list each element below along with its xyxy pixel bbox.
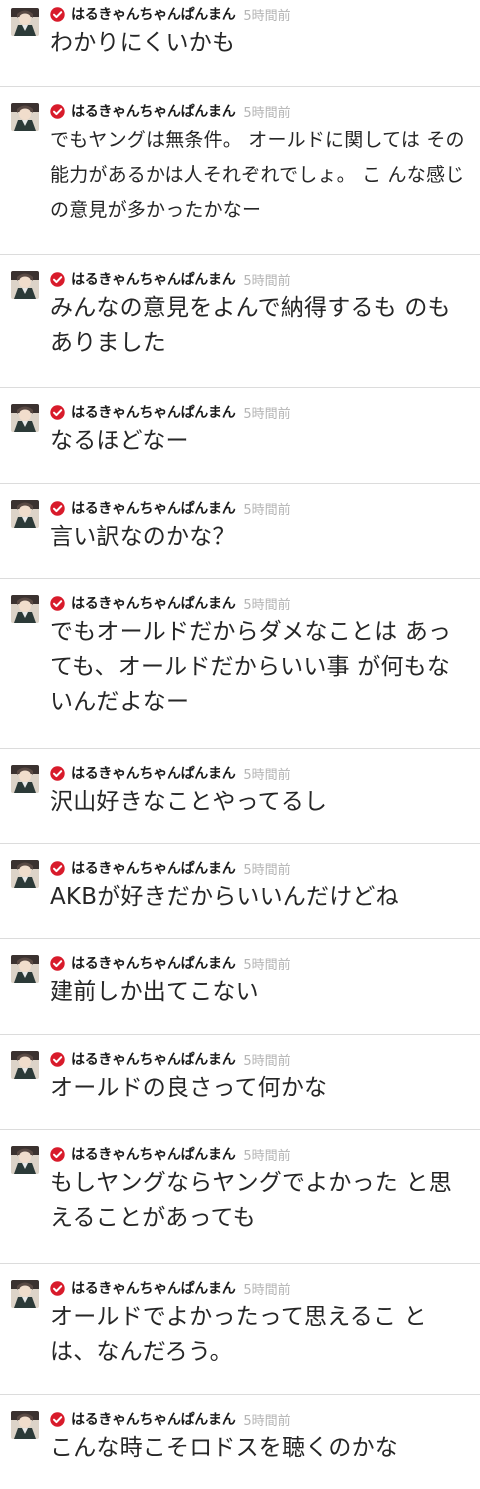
message-item: はるきゃんちゃんぱんまん 5時間前 オールドの良さって何かな xyxy=(0,1035,480,1130)
message-header: はるきゃんちゃんぱんまん 5時間前 xyxy=(50,269,468,289)
verified-badge-icon xyxy=(50,955,65,971)
verified-badge-icon xyxy=(50,1411,65,1427)
message-header: はるきゃんちゃんぱんまん 5時間前 xyxy=(50,498,468,518)
message-header: はるきゃんちゃんぱんまん 5時間前 xyxy=(50,1049,468,1069)
message-header: はるきゃんちゃんぱんまん 5時間前 xyxy=(50,593,468,613)
timestamp: 5時間前 xyxy=(243,1148,291,1164)
message-text: 言い訳なのかな？ xyxy=(50,524,236,550)
message-text: でもヤングは無条件。 オールドに関しては その能力があるかは人それぞれでしょ。 … xyxy=(50,129,465,221)
timestamp: 5時間前 xyxy=(243,406,291,422)
verified-badge-icon xyxy=(50,765,65,781)
message-text: オールドの良さって何かな xyxy=(50,1075,328,1101)
verified-badge-icon xyxy=(50,1146,65,1162)
verified-badge-icon xyxy=(50,103,65,119)
message-item: はるきゃんちゃんぱんまん 5時間前 みんなの意見をよんで納得するも のもありまし… xyxy=(0,255,480,388)
username[interactable]: はるきゃんちゃんぱんまん xyxy=(71,4,236,24)
verified-badge-icon xyxy=(50,1051,65,1067)
username[interactable]: はるきゃんちゃんぱんまん xyxy=(71,1278,236,1298)
message-item: はるきゃんちゃんぱんまん 5時間前 でもヤングは無条件。 オールドに関しては そ… xyxy=(0,87,480,255)
message-header: はるきゃんちゃんぱんまん 5時間前 xyxy=(50,953,468,973)
avatar[interactable] xyxy=(11,8,39,36)
message-text: AKBが好きだからいいんだけどね xyxy=(50,884,399,910)
message-item: はるきゃんちゃんぱんまん 5時間前 建前しか出てこない xyxy=(0,939,480,1035)
message-item: はるきゃんちゃんぱんまん 5時間前 わかりにくいかも xyxy=(0,0,480,87)
username[interactable]: はるきゃんちゃんぱんまん xyxy=(71,498,236,518)
avatar[interactable] xyxy=(11,1411,39,1439)
avatar[interactable] xyxy=(11,595,39,623)
message-header: はるきゃんちゃんぱんまん 5時間前 xyxy=(50,101,468,121)
message-text: もしヤングならヤングでよかった と思えることがあっても xyxy=(50,1170,452,1231)
username[interactable]: はるきゃんちゃんぱんまん xyxy=(71,858,236,878)
timestamp: 5時間前 xyxy=(243,767,291,783)
message-header: はるきゃんちゃんぱんまん 5時間前 xyxy=(50,1144,468,1164)
username[interactable]: はるきゃんちゃんぱんまん xyxy=(71,1049,236,1069)
verified-badge-icon xyxy=(50,860,65,876)
message-text: 沢山好きなことやってるし xyxy=(50,789,328,815)
avatar[interactable] xyxy=(11,955,39,983)
timestamp: 5時間前 xyxy=(243,1282,291,1298)
timestamp: 5時間前 xyxy=(243,105,291,121)
username[interactable]: はるきゃんちゃんぱんまん xyxy=(71,953,236,973)
message-text: みんなの意見をよんで納得するも のもありました xyxy=(50,295,451,356)
avatar[interactable] xyxy=(11,860,39,888)
message-item: はるきゃんちゃんぱんまん 5時間前 オールドでよかったって思えるこ とは、なんだ… xyxy=(0,1264,480,1395)
message-header: はるきゃんちゃんぱんまん 5時間前 xyxy=(50,858,468,878)
message-text: オールドでよかったって思えるこ とは、なんだろう。 xyxy=(50,1304,427,1365)
verified-badge-icon xyxy=(50,404,65,420)
verified-badge-icon xyxy=(50,500,65,516)
timestamp: 5時間前 xyxy=(243,597,291,613)
message-header: はるきゃんちゃんぱんまん 5時間前 xyxy=(50,4,468,24)
avatar[interactable] xyxy=(11,1146,39,1174)
avatar[interactable] xyxy=(11,765,39,793)
username[interactable]: はるきゃんちゃんぱんまん xyxy=(71,402,236,422)
timestamp: 5時間前 xyxy=(243,1413,291,1429)
username[interactable]: はるきゃんちゃんぱんまん xyxy=(71,1409,236,1429)
avatar[interactable] xyxy=(11,103,39,131)
message-item: はるきゃんちゃんぱんまん 5時間前 こんな時こそロドスを聴くのかな xyxy=(0,1395,480,1489)
verified-badge-icon xyxy=(50,6,65,22)
username[interactable]: はるきゃんちゃんぱんまん xyxy=(71,763,236,783)
message-feed: はるきゃんちゃんぱんまん 5時間前 わかりにくいかも はるきゃんちゃんぱんまん … xyxy=(0,0,480,1489)
message-header: はるきゃんちゃんぱんまん 5時間前 xyxy=(50,402,468,422)
avatar[interactable] xyxy=(11,404,39,432)
timestamp: 5時間前 xyxy=(243,273,291,289)
username[interactable]: はるきゃんちゃんぱんまん xyxy=(71,269,236,289)
message-item: はるきゃんちゃんぱんまん 5時間前 沢山好きなことやってるし xyxy=(0,749,480,844)
message-header: はるきゃんちゃんぱんまん 5時間前 xyxy=(50,1278,468,1298)
timestamp: 5時間前 xyxy=(243,862,291,878)
verified-badge-icon xyxy=(50,595,65,611)
username[interactable]: はるきゃんちゃんぱんまん xyxy=(71,593,236,613)
message-text: でもオールドだからダメなことは あっても、オールドだからいい事 が何もないんだよ… xyxy=(50,619,452,715)
avatar[interactable] xyxy=(11,500,39,528)
timestamp: 5時間前 xyxy=(243,1053,291,1069)
message-text: 建前しか出てこない xyxy=(50,979,259,1005)
verified-badge-icon xyxy=(50,1280,65,1296)
message-item: はるきゃんちゃんぱんまん 5時間前 でもオールドだからダメなことは あっても、オ… xyxy=(0,579,480,749)
avatar[interactable] xyxy=(11,1280,39,1308)
timestamp: 5時間前 xyxy=(243,8,291,24)
message-item: はるきゃんちゃんぱんまん 5時間前 AKBが好きだからいいんだけどね xyxy=(0,844,480,939)
message-text: なるほどなー xyxy=(50,428,189,454)
username[interactable]: はるきゃんちゃんぱんまん xyxy=(71,101,236,121)
message-item: はるきゃんちゃんぱんまん 5時間前 言い訳なのかな？ xyxy=(0,484,480,579)
timestamp: 5時間前 xyxy=(243,502,291,518)
avatar[interactable] xyxy=(11,1051,39,1079)
message-text: わかりにくいかも xyxy=(50,30,236,56)
username[interactable]: はるきゃんちゃんぱんまん xyxy=(71,1144,236,1164)
message-text: こんな時こそロドスを聴くのかな xyxy=(50,1435,398,1461)
message-header: はるきゃんちゃんぱんまん 5時間前 xyxy=(50,1409,468,1429)
verified-badge-icon xyxy=(50,271,65,287)
message-item: はるきゃんちゃんぱんまん 5時間前 なるほどなー xyxy=(0,388,480,484)
timestamp: 5時間前 xyxy=(243,957,291,973)
message-header: はるきゃんちゃんぱんまん 5時間前 xyxy=(50,763,468,783)
avatar[interactable] xyxy=(11,271,39,299)
message-item: はるきゃんちゃんぱんまん 5時間前 もしヤングならヤングでよかった と思えること… xyxy=(0,1130,480,1264)
